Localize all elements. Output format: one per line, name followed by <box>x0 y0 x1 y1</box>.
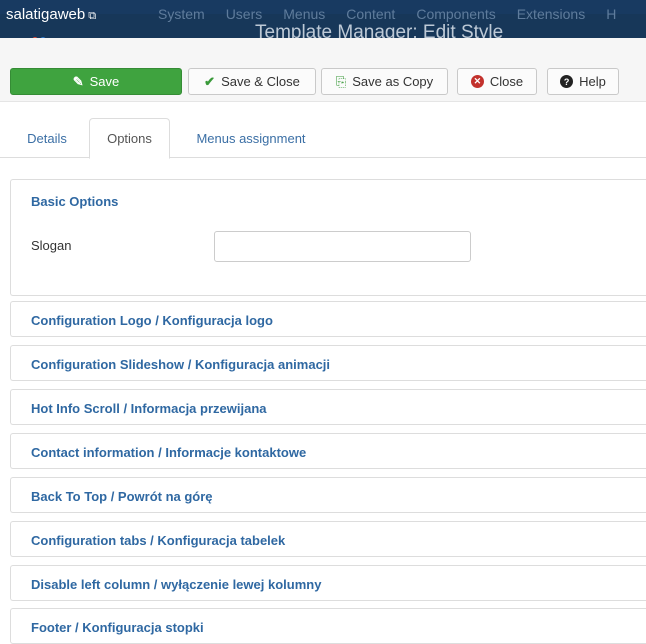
page-title: Template Manager: Edit Style <box>255 22 504 38</box>
menu-menus[interactable]: Menus <box>283 6 325 22</box>
accordion-heading[interactable]: Back To Top / Powrót na górę <box>31 489 213 504</box>
site-link[interactable]: salatigaweb ⧉ <box>6 6 96 23</box>
basic-options-heading[interactable]: Basic Options <box>31 194 118 209</box>
accordion-heading[interactable]: Configuration tabs / Konfiguracja tabele… <box>31 533 285 548</box>
accordion-heading[interactable]: Contact information / Informacje kontakt… <box>31 445 306 460</box>
help-button[interactable]: ? Help <box>547 68 619 95</box>
question-icon: ? <box>560 75 574 88</box>
toolbar: ✎ Save ✔ Save & Close ⎘ Save as Copy ✕ C… <box>0 38 646 102</box>
accordion-slideshow[interactable]: Configuration Slideshow / Konfiguracja a… <box>10 345 646 381</box>
accordion-left-column[interactable]: Disable left column / wyłączenie lewej k… <box>10 565 646 601</box>
main-menu: System Users Menus Content Components Ex… <box>158 6 637 22</box>
save-close-label: Save & Close <box>221 74 300 89</box>
tab-menus-assignment[interactable]: Menus assignment <box>180 118 322 158</box>
menu-content[interactable]: Content <box>346 6 395 22</box>
accordion-heading[interactable]: Hot Info Scroll / Informacja przewijana <box>31 401 267 416</box>
site-name: salatigaweb <box>6 6 86 23</box>
accordion-heading[interactable]: Configuration Slideshow / Konfiguracja a… <box>31 357 330 372</box>
edit-icon: ✎ <box>72 73 84 89</box>
close-label: Close <box>489 74 524 89</box>
accordion-tabs[interactable]: Configuration tabs / Konfiguracja tabele… <box>10 521 646 557</box>
top-navbar: Template Manager: Edit Style salatigaweb… <box>0 0 646 38</box>
basic-options-panel: Basic Options Slogan <box>10 179 646 296</box>
external-link-icon: ⧉ <box>88 10 97 22</box>
close-icon: ✕ <box>470 75 484 88</box>
menu-system[interactable]: System <box>158 6 205 22</box>
tab-details[interactable]: Details <box>14 118 80 158</box>
slogan-label: Slogan <box>31 238 72 253</box>
accordion-back-to-top[interactable]: Back To Top / Powrót na górę <box>10 477 646 513</box>
menu-help[interactable]: H <box>606 6 616 22</box>
accordion-heading[interactable]: Disable left column / wyłączenie lewej k… <box>31 577 321 592</box>
menu-components[interactable]: Components <box>416 6 495 22</box>
tab-options[interactable]: Options <box>89 118 170 159</box>
accordion-hot-info[interactable]: Hot Info Scroll / Informacja przewijana <box>10 389 646 425</box>
tab-bar: Details Options Menus assignment <box>0 118 646 159</box>
accordion-heading[interactable]: Configuration Logo / Konfiguracja logo <box>31 313 273 328</box>
save-button[interactable]: ✎ Save <box>10 68 182 95</box>
copy-icon: ⎘ <box>335 73 347 89</box>
accordion-heading[interactable]: Footer / Konfiguracja stopki <box>31 620 204 635</box>
checkmark-icon: ✔ <box>204 73 216 89</box>
joomla-logo <box>32 30 54 38</box>
close-button[interactable]: ✕ Close <box>457 68 537 95</box>
help-label: Help <box>579 74 606 89</box>
save-label: Save <box>89 74 120 89</box>
accordion-contact[interactable]: Contact information / Informacje kontakt… <box>10 433 646 469</box>
menu-users[interactable]: Users <box>226 6 263 22</box>
save-copy-label: Save as Copy <box>352 74 434 89</box>
save-close-button[interactable]: ✔ Save & Close <box>188 68 316 95</box>
accordion-logo[interactable]: Configuration Logo / Konfiguracja logo <box>10 301 646 337</box>
menu-extensions[interactable]: Extensions <box>517 6 585 22</box>
save-copy-button[interactable]: ⎘ Save as Copy <box>321 68 448 95</box>
slogan-input[interactable] <box>214 231 471 262</box>
